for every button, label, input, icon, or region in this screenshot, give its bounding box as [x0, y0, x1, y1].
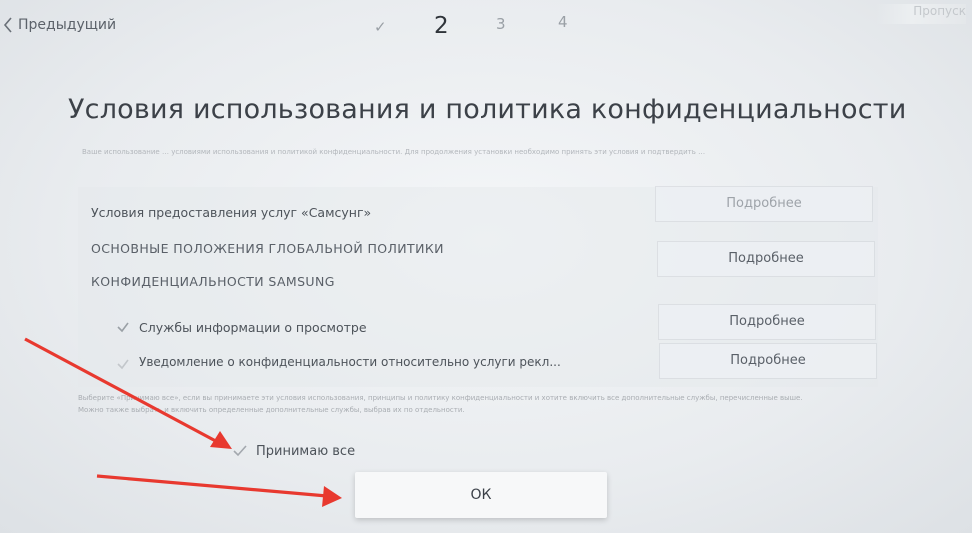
- checkmark-ad-privacy-icon[interactable]: [116, 357, 130, 371]
- arrowhead-accept-all-icon: [210, 431, 232, 449]
- page-title: Условия использования и политика конфиде…: [68, 94, 907, 125]
- details-button-viewing-info[interactable]: Подробнее: [659, 305, 875, 339]
- arrow-to-ok: [96, 474, 328, 498]
- term-global-privacy-label-line1: ОСНОВНЫЕ ПОЛОЖЕНИЯ ГЛОБАЛЬНОЙ ПОЛИТИКИ: [91, 241, 444, 256]
- chevron-left-icon: [3, 17, 12, 33]
- arrowhead-ok-icon: [322, 486, 342, 507]
- step-indicator: ✓ 2 3 4: [370, 10, 590, 46]
- step-2-current: 2: [434, 13, 449, 39]
- step-3: 3: [496, 15, 506, 33]
- accept-all-label: Принимаю все: [256, 443, 356, 459]
- intro-text-content: Вашe использование … условиями использов…: [82, 148, 706, 156]
- step-1-done: ✓: [374, 18, 387, 36]
- details-button-ad-privacy[interactable]: Подробнее: [660, 344, 876, 378]
- intro-text: Вашe использование … условиями использов…: [82, 146, 862, 159]
- checkmark-accept-all-icon: [233, 445, 247, 457]
- previous-label: Предыдущий: [18, 17, 117, 33]
- footer-note: Выберите «Принимаю все», если вы принима…: [78, 394, 803, 414]
- terms-list: Условия предоставления услуг «Самсунг» П…: [78, 187, 878, 387]
- term-global-privacy-label-line2: КОНФИДЕНЦИАЛЬНОСТИ SAMSUNG: [91, 274, 335, 289]
- details-button-global-privacy[interactable]: Подробнее: [658, 242, 874, 276]
- skip-button[interactable]: Пропуск: [876, 4, 966, 24]
- step-4: 4: [558, 13, 568, 31]
- previous-button[interactable]: Предыдущий: [2, 16, 116, 34]
- accept-all-checkbox[interactable]: Принимаю все: [232, 443, 355, 459]
- term-ad-privacy-label: Уведомление о конфиденциальности относит…: [139, 355, 561, 369]
- checkmark-viewing-info-icon[interactable]: [116, 320, 130, 334]
- ok-button[interactable]: ОК: [355, 472, 607, 518]
- details-button-samsung-services[interactable]: Подробнее: [656, 187, 872, 221]
- term-samsung-services-label: Условия предоставления услуг «Самсунг»: [91, 205, 372, 220]
- term-viewing-info-label: Службы информации о просмотре: [139, 320, 367, 335]
- top-bar: Предыдущий ✓ 2 3 4 Пропуск: [0, 0, 972, 60]
